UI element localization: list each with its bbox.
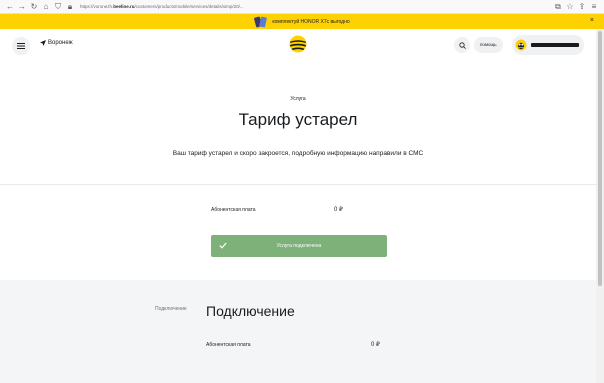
fee-label: Абонентская плата bbox=[211, 207, 256, 213]
forward-icon[interactable]: → bbox=[16, 0, 28, 14]
close-promo-button[interactable]: × bbox=[590, 17, 594, 25]
scrollbar-thumb[interactable] bbox=[598, 31, 602, 286]
beeline-logo[interactable] bbox=[289, 35, 307, 53]
bookmark-star-icon[interactable]: ☆ bbox=[564, 0, 576, 14]
share-icon[interactable]: ⇪ bbox=[576, 0, 588, 14]
site-header: Воронеж помощь bbox=[0, 29, 604, 61]
city-name: Воронеж bbox=[48, 40, 73, 46]
fee-value: 0 ₽ bbox=[334, 207, 343, 213]
phone-promo-icon bbox=[254, 15, 268, 28]
help-button[interactable]: помощь bbox=[474, 37, 503, 53]
section-fee-label: Абонентская плата bbox=[206, 342, 251, 348]
address-bar[interactable]: https://voronezh.beeline.ru/customers/pr… bbox=[80, 4, 244, 9]
shield-icon[interactable]: ⛉ bbox=[52, 0, 64, 14]
home-icon[interactable]: ⌂ bbox=[40, 0, 52, 14]
service-connected-button[interactable]: Услуга подключена bbox=[211, 235, 387, 257]
tariff-description: Ваш тариф устарел и скоро закроется, под… bbox=[172, 150, 424, 157]
page-title: Тариф устарел bbox=[238, 110, 358, 129]
user-profile-button[interactable] bbox=[512, 35, 584, 55]
bee-avatar-icon bbox=[515, 39, 527, 51]
user-name-redacted bbox=[531, 43, 579, 47]
menu-icon[interactable]: ≡ bbox=[588, 0, 600, 14]
city-selector[interactable]: Воронеж bbox=[40, 40, 73, 46]
connected-label: Услуга подключена bbox=[276, 243, 322, 249]
section-title: Подключение bbox=[206, 303, 295, 319]
connection-section bbox=[0, 280, 604, 383]
promo-text[interactable]: комплектуй HONOR X7c выгодно bbox=[272, 19, 349, 25]
reload-icon[interactable]: ↻ bbox=[28, 0, 40, 14]
menu-button[interactable] bbox=[12, 37, 30, 55]
section-fee-value: 0 ₽ bbox=[371, 342, 380, 348]
translate-icon[interactable]: ⧉ bbox=[552, 0, 564, 14]
promo-banner[interactable]: комплектуй HONOR X7c выгодно × bbox=[0, 14, 604, 29]
section-side-label: Подключение bbox=[155, 306, 187, 312]
lock-icon: 🔒︎ bbox=[67, 1, 73, 11]
browser-toolbar: ← → ↻ ⌂ ⛉ 🔒︎ https://voronezh.beeline.ru… bbox=[0, 0, 604, 14]
service-label: Услуга bbox=[290, 96, 306, 102]
search-icon bbox=[458, 41, 466, 49]
divider bbox=[0, 184, 596, 185]
back-icon[interactable]: ← bbox=[4, 0, 16, 14]
search-button[interactable] bbox=[454, 37, 470, 53]
hamburger-icon bbox=[17, 43, 25, 49]
page-scrollbar[interactable] bbox=[596, 29, 604, 383]
checkmark-icon bbox=[219, 242, 227, 249]
location-arrow-icon bbox=[40, 40, 46, 46]
